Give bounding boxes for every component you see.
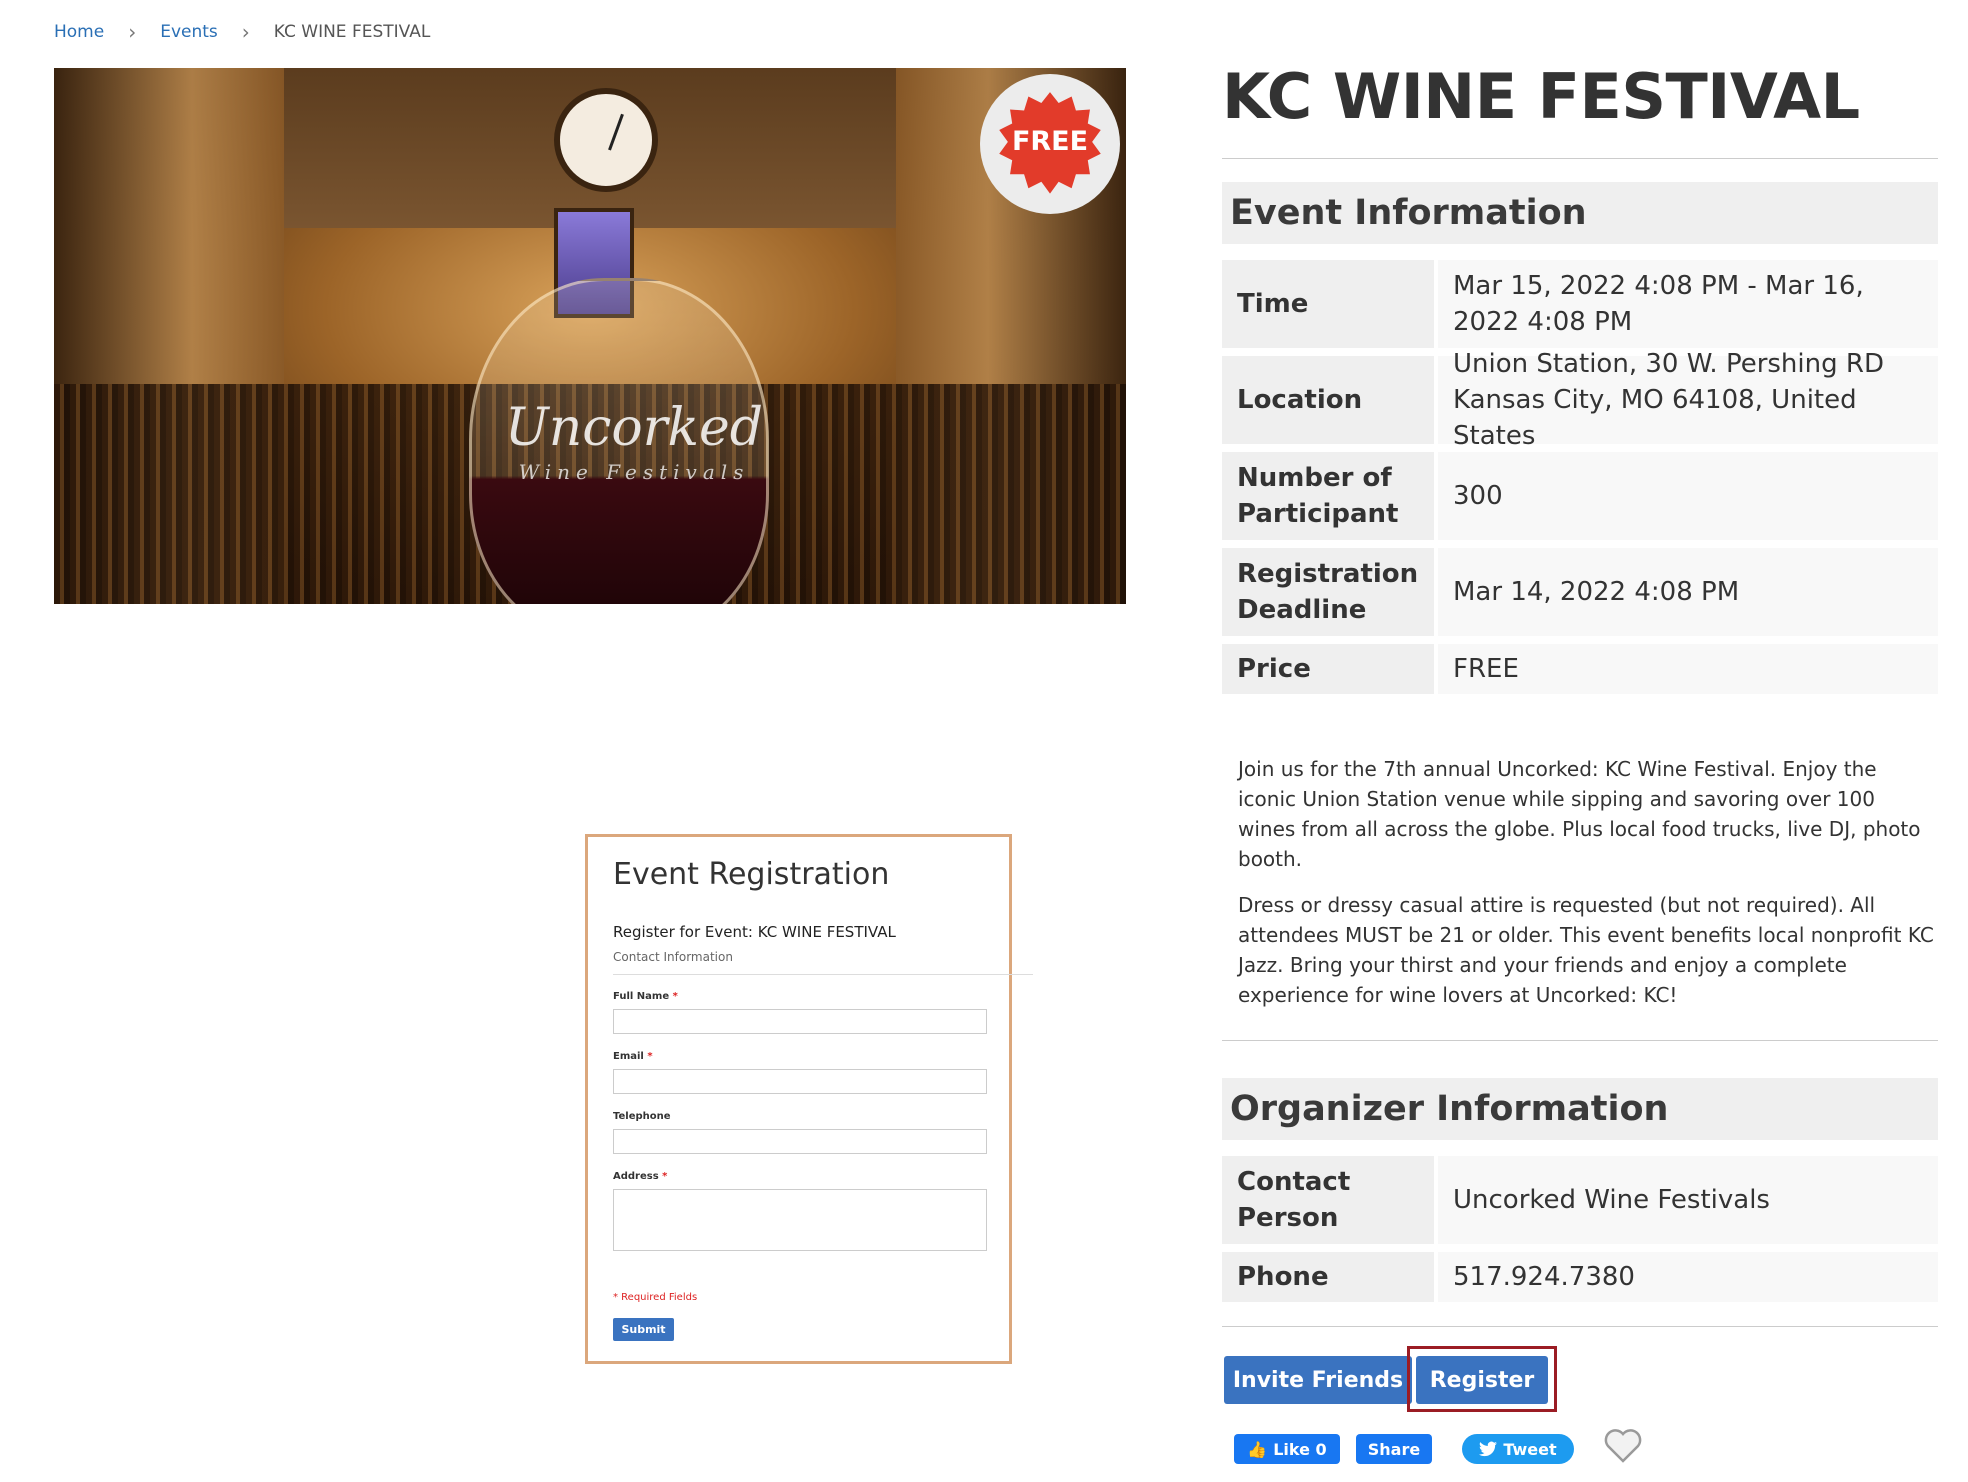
address-label-text: Address (613, 1171, 659, 1182)
breadcrumb-events-link[interactable]: Events (160, 22, 218, 42)
info-row-phone: Phone 517.924.7380 (1222, 1252, 1938, 1302)
invite-friends-button[interactable]: Invite Friends (1224, 1356, 1412, 1404)
info-value: 300 (1438, 452, 1938, 540)
organizer-info-table: Contact Person Uncorked Wine Festivals P… (1222, 1156, 1938, 1310)
register-button[interactable]: Register (1416, 1356, 1548, 1404)
info-label: Phone (1222, 1252, 1434, 1302)
thumbs-up-icon: 👍 (1247, 1439, 1268, 1459)
registration-subtitle: Register for Event: KC WINE FESTIVAL (613, 923, 896, 941)
email-input[interactable] (613, 1069, 987, 1094)
email-label-text: Email (613, 1051, 644, 1062)
info-label: Price (1222, 644, 1434, 694)
heart-icon[interactable] (1603, 1428, 1643, 1464)
contact-info-label: Contact Information (613, 950, 733, 964)
info-value: Mar 14, 2022 4:08 PM (1438, 548, 1938, 636)
facebook-like-button[interactable]: 👍 Like 0 (1234, 1434, 1340, 1464)
full-name-label-text: Full Name (613, 991, 670, 1002)
info-row-location: Location Union Station, 30 W. Pershing R… (1222, 349, 1938, 451)
info-row-deadline: Registration Deadline Mar 14, 2022 4:08 … (1222, 548, 1938, 636)
chevron-right-icon: › (128, 20, 137, 44)
chevron-right-icon: › (241, 20, 250, 44)
breadcrumb: Home › Events › KC WINE FESTIVAL (54, 20, 430, 44)
divider (1222, 1326, 1938, 1327)
info-row-price: Price FREE (1222, 644, 1938, 694)
telephone-label: Telephone (613, 1111, 671, 1122)
submit-button[interactable]: Submit (613, 1318, 674, 1341)
info-value: FREE (1438, 644, 1938, 694)
registration-form-panel: Event Registration Register for Event: K… (585, 834, 1033, 1364)
email-label: Email * (613, 1051, 653, 1062)
divider (1222, 158, 1938, 159)
divider (1222, 1040, 1938, 1041)
breadcrumb-current: KC WINE FESTIVAL (273, 22, 431, 42)
facebook-share-button[interactable]: Share (1356, 1434, 1432, 1464)
full-name-label: Full Name * (613, 991, 678, 1002)
free-badge: FREE (996, 90, 1104, 198)
page-title: KC WINE FESTIVAL (1222, 60, 1860, 133)
twitter-bird-icon (1479, 1441, 1498, 1457)
required-mark: * (647, 1051, 653, 1062)
clock-icon (554, 88, 658, 192)
info-label: Location (1222, 356, 1434, 444)
event-info-table: Time Mar 15, 2022 4:08 PM - Mar 16, 2022… (1222, 260, 1938, 702)
info-row-participants: Number of Participant 300 (1222, 452, 1938, 540)
info-label: Time (1222, 260, 1434, 348)
registration-title: Event Registration (613, 857, 890, 892)
full-name-input[interactable] (613, 1009, 987, 1034)
info-row-contact: Contact Person Uncorked Wine Festivals (1222, 1156, 1938, 1244)
info-label: Contact Person (1222, 1156, 1434, 1244)
event-description: Join us for the 7th annual Uncorked: KC … (1238, 757, 1921, 871)
info-row-time: Time Mar 15, 2022 4:08 PM - Mar 16, 2022… (1222, 260, 1938, 348)
breadcrumb-home-link[interactable]: Home (54, 22, 104, 42)
info-value: Uncorked Wine Festivals (1438, 1156, 1938, 1244)
tweet-label: Tweet (1503, 1439, 1557, 1459)
info-value: 517.924.7380 (1438, 1252, 1938, 1302)
info-label: Number of Participant (1222, 452, 1434, 540)
event-image: Uncorked Wine Festivals FREE (54, 68, 1126, 604)
address-textarea[interactable] (613, 1189, 987, 1251)
info-value: Mar 15, 2022 4:08 PM - Mar 16, 2022 4:08… (1438, 260, 1938, 348)
event-info-heading: Event Information (1222, 182, 1938, 244)
telephone-input[interactable] (613, 1129, 987, 1154)
uncorked-logo-sub: Wine Festivals (518, 460, 750, 484)
required-fields-note: * Required Fields (613, 1292, 698, 1303)
event-description-2: Dress or dressy casual attire is request… (1238, 893, 1934, 1007)
organizer-info-heading: Organizer Information (1222, 1078, 1938, 1140)
required-mark: * (672, 991, 678, 1002)
address-label: Address * (613, 1171, 667, 1182)
like-label: Like 0 (1273, 1439, 1327, 1459)
free-badge-label: FREE (1011, 126, 1089, 157)
info-label: Registration Deadline (1222, 548, 1434, 636)
uncorked-logo: Uncorked (504, 398, 764, 458)
required-mark: * (662, 1171, 668, 1182)
tweet-button[interactable]: Tweet (1462, 1434, 1574, 1464)
info-value: Union Station, 30 W. Pershing RD Kansas … (1438, 349, 1938, 451)
divider (613, 974, 1033, 975)
